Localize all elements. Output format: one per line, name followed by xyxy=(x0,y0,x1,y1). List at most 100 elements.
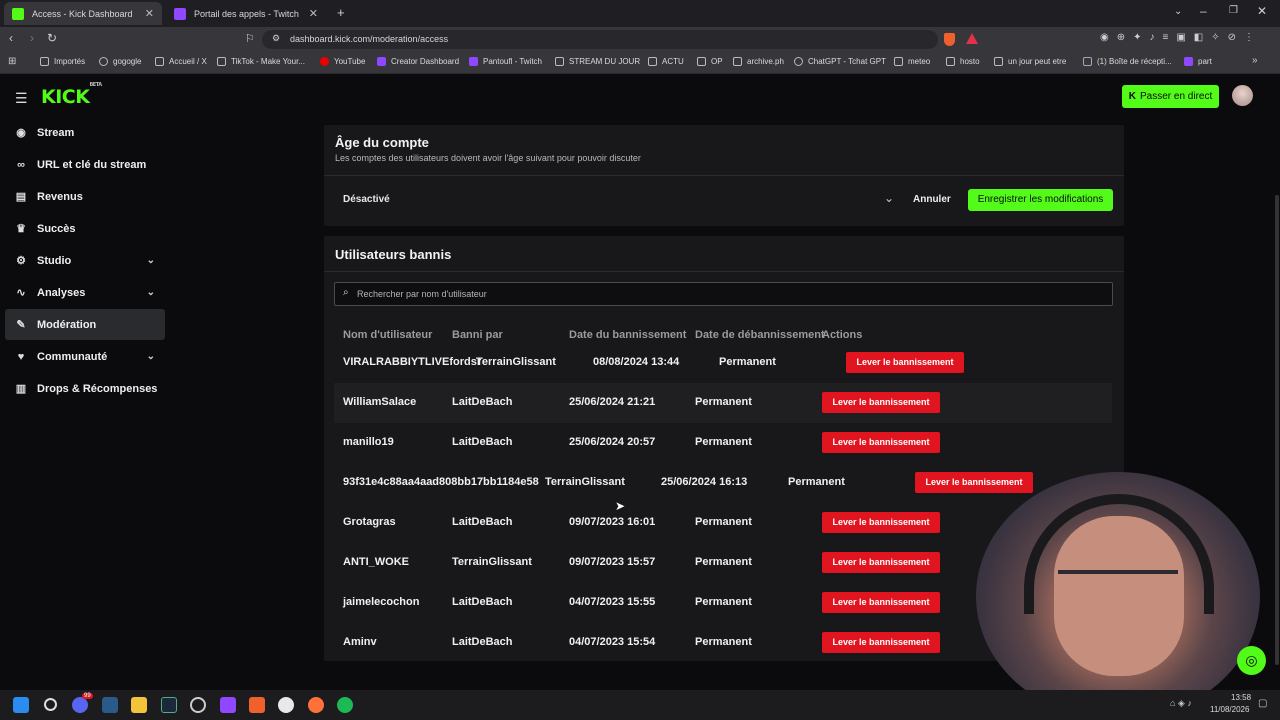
more-bookmarks-icon[interactable]: » xyxy=(1252,55,1258,66)
url-input[interactable]: dashboard.kick.com/moderation/access xyxy=(262,30,938,49)
go-live-button[interactable]: K Passer en direct xyxy=(1122,85,1219,108)
bookmark-label: hosto xyxy=(960,57,980,66)
bookmark-item[interactable]: meteo xyxy=(894,57,930,66)
kick-favicon-icon xyxy=(12,7,24,20)
save-button[interactable]: Enregistrer les modifications xyxy=(968,189,1113,211)
close-tab-icon[interactable]: ✕ xyxy=(309,7,318,20)
unban-button[interactable]: Lever le bannissement xyxy=(822,392,940,413)
cancel-button[interactable]: Annuler xyxy=(913,194,951,205)
link-icon: ∞ xyxy=(17,158,25,171)
bookmark-item[interactable]: ChatGPT - Tchat GPT xyxy=(794,57,886,66)
bookmark-item[interactable]: part xyxy=(1184,57,1212,66)
back-icon[interactable]: ‹ xyxy=(9,31,13,45)
bookmark-item[interactable]: Pantoufl - Twitch xyxy=(469,57,542,66)
obs-icon[interactable] xyxy=(190,697,206,713)
url-text: dashboard.kick.com/moderation/access xyxy=(290,34,449,44)
unban-button[interactable]: Lever le bannissement xyxy=(822,592,940,613)
steam-icon[interactable] xyxy=(102,697,118,713)
discord-icon[interactable] xyxy=(72,697,88,713)
bookmark-item[interactable]: Creator Dashboard xyxy=(377,57,459,66)
table-row: 93f31e4c88aa4aad808bb17bb1184e58 Terrain… xyxy=(334,463,1112,503)
site-info-icon[interactable]: ⚙ xyxy=(272,33,280,44)
sidebar-item-label: Analyses xyxy=(37,286,86,299)
sidebar-item-revenue[interactable]: ▤ Revenus xyxy=(5,181,165,212)
sidebar-item-stream[interactable]: ◉ Stream xyxy=(5,117,165,148)
username: Grotagras xyxy=(343,516,396,528)
twitch-icon[interactable] xyxy=(220,697,236,713)
table-row: WilliamSalace LaitDeBach 25/06/2024 21:2… xyxy=(334,383,1112,423)
sidebar-item-label: Succès xyxy=(37,222,76,235)
bookmark-item[interactable]: ACTU xyxy=(648,57,684,66)
brave-shield-icon[interactable] xyxy=(944,33,955,46)
clock-time[interactable]: 13:58 xyxy=(1231,693,1251,702)
account-age-select[interactable]: Désactivé ⌄ xyxy=(335,188,900,212)
forward-icon[interactable]: › xyxy=(30,31,34,45)
minimize-icon[interactable]: – xyxy=(1200,4,1207,18)
bookmark-item[interactable]: gogogle xyxy=(99,57,141,66)
column-header-banned-by: Banni par xyxy=(452,329,503,341)
chrome-icon[interactable] xyxy=(278,697,294,713)
unban-button[interactable]: Lever le bannissement xyxy=(822,512,940,533)
sidebar-item-url-key[interactable]: ∞ URL et clé du stream xyxy=(5,149,165,180)
tab-kick-dashboard[interactable]: Access - Kick Dashboard ✕ xyxy=(4,2,162,25)
tab-list-chevron-icon[interactable]: ⌄ xyxy=(1174,6,1182,17)
tiktok-icon xyxy=(217,57,226,66)
unban-button[interactable]: Lever le bannissement xyxy=(915,472,1033,493)
folder-icon xyxy=(648,57,657,66)
bookmark-item[interactable]: YouTube xyxy=(320,57,365,66)
username: 93f31e4c88aa4aad808bb17bb1184e58 xyxy=(343,476,539,488)
brave-rewards-icon[interactable] xyxy=(966,33,978,44)
chatgpt-icon xyxy=(794,57,803,66)
unban-button[interactable]: Lever le bannissement xyxy=(822,432,940,453)
column-header-ban-date: Date du bannissement xyxy=(569,329,687,341)
tab-twitch[interactable]: Portail des appels - Twitch ✕ xyxy=(166,2,326,25)
unban-date: Permanent xyxy=(695,436,752,448)
kick-logo[interactable]: KICKBETA xyxy=(41,82,102,108)
bookmark-item[interactable]: Importés xyxy=(40,57,85,66)
bookmark-item[interactable]: OP xyxy=(697,57,723,66)
maximize-icon[interactable]: ❐ xyxy=(1229,5,1238,16)
sidebar-item-drops[interactable]: ▥ Drops & Récompenses xyxy=(5,373,165,404)
tray-icons[interactable]: ⌂ ◈ ♪ xyxy=(1170,698,1192,709)
new-tab-button[interactable]: + xyxy=(337,5,345,20)
ban-date: 09/07/2023 15:57 xyxy=(569,556,656,568)
sidebar-item-analytics[interactable]: ∿ Analyses ⌄ xyxy=(5,277,165,308)
bookmark-icon[interactable]: ⚐ xyxy=(245,32,255,45)
close-tab-icon[interactable]: ✕ xyxy=(145,7,154,20)
unban-button[interactable]: Lever le bannissement xyxy=(846,352,964,373)
search-icon[interactable] xyxy=(44,698,57,711)
sidebar-item-community[interactable]: ♥ Communauté ⌄ xyxy=(5,341,165,372)
search-input[interactable]: ⌕ Rechercher par nom d'utilisateur xyxy=(334,282,1113,306)
extensions-icon[interactable]: ◉⊕✦♪≡▣◧✧⊘⋮ xyxy=(1100,32,1262,43)
bookmark-item[interactable]: TikTok - Make Your... xyxy=(217,57,305,66)
file-explorer-icon[interactable] xyxy=(131,697,147,713)
reload-icon[interactable]: ↻ xyxy=(47,31,57,45)
sidebar-item-studio[interactable]: ⚙ Studio ⌄ xyxy=(5,245,165,276)
close-window-icon[interactable]: ✕ xyxy=(1257,4,1267,18)
sliders-icon: ⚙ xyxy=(16,255,26,267)
avatar[interactable] xyxy=(1232,85,1253,106)
bookmark-item[interactable]: STREAM DU JOUR xyxy=(555,57,640,66)
windows-start-icon[interactable] xyxy=(13,697,29,713)
bookmark-item[interactable]: Accueil / X xyxy=(155,57,207,66)
bookmark-item[interactable]: un jour peut etre xyxy=(994,57,1066,66)
steam-icon[interactable] xyxy=(161,697,177,713)
brave-icon[interactable] xyxy=(249,697,265,713)
clock-date[interactable]: 11/08/2026 xyxy=(1210,705,1249,714)
unban-button[interactable]: Lever le bannissement xyxy=(822,552,940,573)
spotify-icon[interactable] xyxy=(337,697,353,713)
bookmark-item[interactable]: (1) Boîte de récepti... xyxy=(1083,57,1172,66)
firefox-icon[interactable] xyxy=(308,697,324,713)
sidebar-item-achievements[interactable]: ♛ Succès xyxy=(5,213,165,244)
bookmark-item[interactable]: archive.ph xyxy=(733,57,784,66)
unban-button[interactable]: Lever le bannissement xyxy=(822,632,940,653)
page-scrollbar[interactable] xyxy=(1275,195,1279,665)
menu-icon[interactable]: ☰ xyxy=(15,90,28,107)
bookmark-item[interactable]: hosto xyxy=(946,57,980,66)
bookmark-label: gogogle xyxy=(113,57,142,66)
banned-by: LaitDeBach xyxy=(452,396,513,408)
sidebar-item-moderation[interactable]: ✎ Modération xyxy=(5,309,165,340)
notification-icon[interactable]: ▢ xyxy=(1258,698,1267,709)
apps-grid-icon[interactable]: ⊞ xyxy=(8,56,16,67)
chat-bubble-icon[interactable]: ◎ xyxy=(1237,646,1266,675)
